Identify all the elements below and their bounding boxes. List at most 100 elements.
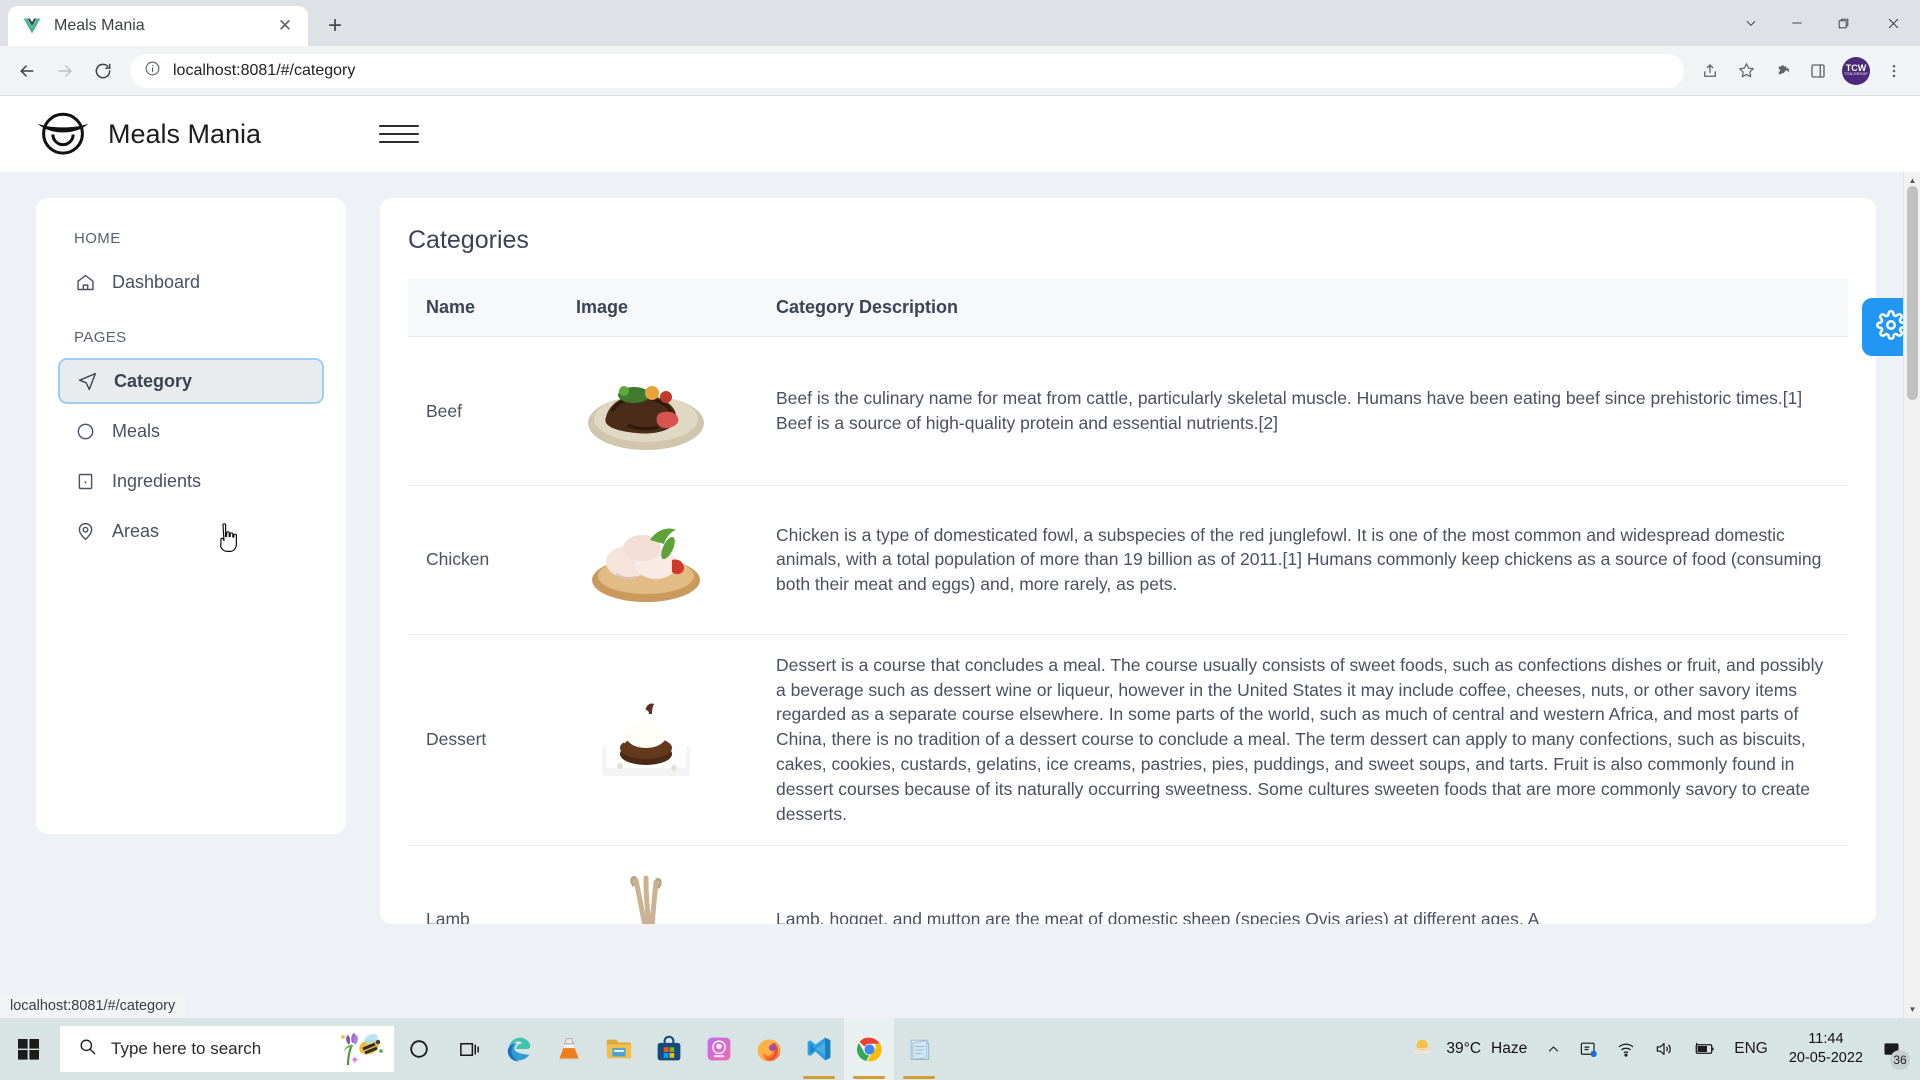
bowl-logo-icon xyxy=(36,105,90,164)
categories-card: Categories Name Image Category Descripti… xyxy=(380,198,1876,924)
table-row[interactable]: Dessert Dessert is a course that conclud… xyxy=(408,634,1848,846)
window-controls xyxy=(1728,0,1920,46)
maximize-button[interactable] xyxy=(1820,0,1866,46)
cortana-icon[interactable] xyxy=(394,1018,444,1080)
cell-description: Dessert is a course that concludes a mea… xyxy=(758,634,1848,846)
minimize-button[interactable] xyxy=(1774,0,1820,46)
cell-image xyxy=(558,336,758,486)
search-input[interactable]: Type here to search xyxy=(60,1026,394,1072)
square-dot-icon xyxy=(74,470,96,492)
sidebar-item-label: Category xyxy=(114,370,193,391)
table-row[interactable]: Chicken Chicken is a type of domesticate… xyxy=(408,485,1848,635)
cell-name: Lamb xyxy=(408,845,558,924)
sidebar-item-category[interactable]: Category xyxy=(58,358,324,404)
cell-image xyxy=(558,845,758,924)
column-header-name[interactable]: Name xyxy=(408,279,558,337)
new-tab-button[interactable]: + xyxy=(318,9,352,43)
file-explorer-icon[interactable] xyxy=(594,1018,644,1080)
info-circle-icon[interactable] xyxy=(144,60,161,82)
microsoft-store-icon[interactable] xyxy=(644,1018,694,1080)
avatar-sub: TCW-GROUP xyxy=(1844,72,1868,77)
onedrive-icon[interactable] xyxy=(1570,1018,1607,1080)
clock-time: 11:44 xyxy=(1808,1030,1844,1047)
system-tray: 39°C Haze ENG 11:44 20-05-2022 36 xyxy=(1396,1018,1920,1080)
column-header-image[interactable]: Image xyxy=(558,279,758,337)
cell-name: Beef xyxy=(408,336,558,486)
firefox-icon[interactable] xyxy=(744,1018,794,1080)
map-pin-icon xyxy=(74,520,96,542)
gear-icon xyxy=(1876,309,1906,345)
sidebar-item-meals[interactable]: Meals xyxy=(58,408,324,454)
circle-icon xyxy=(74,420,96,442)
notification-count-badge: 36 xyxy=(1890,1050,1910,1070)
browser-window: Meals Mania ✕ + localhost:8081/#/categor… xyxy=(0,0,1920,1018)
sidebar-item-areas[interactable]: Areas xyxy=(58,508,324,554)
scrollbar-thumb[interactable] xyxy=(1907,186,1918,400)
forward-button[interactable] xyxy=(48,54,82,88)
column-header-description[interactable]: Category Description xyxy=(758,279,1848,337)
photos-app-icon[interactable] xyxy=(694,1018,744,1080)
sidebar-item-label: Meals xyxy=(112,420,161,441)
tab-strip: Meals Mania ✕ + xyxy=(0,0,1920,46)
flower-bee-icon xyxy=(338,1027,384,1072)
weather-temperature: 39°C xyxy=(1446,1040,1482,1057)
windows-taskbar: Type here to search 39°C Haze ENG 11:44 … xyxy=(0,1018,1920,1080)
vue-logo-icon xyxy=(22,16,42,36)
google-chrome-icon[interactable] xyxy=(844,1018,894,1080)
browser-tab[interactable]: Meals Mania ✕ xyxy=(8,6,308,46)
sidebar-item-label: Dashboard xyxy=(112,271,201,292)
volume-icon[interactable] xyxy=(1645,1018,1683,1080)
sidebar-item-label: Areas xyxy=(112,520,160,541)
chevron-up-icon[interactable] xyxy=(1537,1018,1570,1080)
share-icon[interactable] xyxy=(1694,55,1726,87)
url-text: localhost:8081/#/category xyxy=(173,61,356,79)
cell-image xyxy=(558,634,758,846)
bookmark-star-icon[interactable] xyxy=(1730,55,1762,87)
status-bar-text: localhost:8081/#/category xyxy=(10,998,176,1014)
category-thumbnail-chicken xyxy=(592,528,700,602)
category-thumbnail-dessert xyxy=(602,703,690,776)
side-panel-icon[interactable] xyxy=(1802,55,1834,87)
microsoft-edge-icon[interactable] xyxy=(494,1018,544,1080)
brand[interactable]: Meals Mania xyxy=(36,105,261,164)
weather-widget[interactable]: 39°C Haze xyxy=(1396,1034,1537,1065)
profile-avatar[interactable]: TCW TCW-GROUP xyxy=(1842,56,1870,85)
home-icon xyxy=(74,271,96,293)
send-plane-icon xyxy=(76,370,98,392)
kebab-menu-icon[interactable] xyxy=(1878,55,1910,87)
browser-toolbar: localhost:8081/#/category TCW TCW-GROUP xyxy=(0,46,1920,96)
windows-start-icon[interactable] xyxy=(4,1018,54,1080)
table-row[interactable]: Beef Beef is the culinary name for meat … xyxy=(408,336,1848,486)
sidebar-item-ingredients[interactable]: Ingredients xyxy=(58,458,324,504)
notepad-icon[interactable] xyxy=(894,1018,944,1080)
close-window-button[interactable] xyxy=(1866,0,1920,46)
cell-description: Chicken is a type of domesticated fowl, … xyxy=(758,485,1848,635)
task-view-icon[interactable] xyxy=(444,1018,494,1080)
page-content: HOME Dashboard PAGES Category Meals Ingr… xyxy=(0,172,1920,1018)
wifi-icon[interactable] xyxy=(1607,1018,1645,1080)
action-center-icon[interactable]: 36 xyxy=(1875,1018,1914,1080)
language-indicator[interactable]: ENG xyxy=(1725,1018,1777,1080)
category-thumbnail-beef xyxy=(588,386,704,450)
nav-group-home-label: HOME xyxy=(74,230,121,247)
clock-date: 20-05-2022 xyxy=(1788,1050,1863,1066)
sidebar-item-dashboard[interactable]: Dashboard xyxy=(58,259,324,305)
chevron-down-icon[interactable] xyxy=(1728,0,1774,46)
scroll-down-arrow-icon[interactable]: ▼ xyxy=(1904,1001,1920,1018)
close-icon[interactable]: ✕ xyxy=(272,13,298,39)
extensions-puzzle-icon[interactable] xyxy=(1766,55,1798,87)
table-head: Name Image Category Description xyxy=(408,279,1848,337)
battery-charging-icon[interactable] xyxy=(1683,1018,1725,1080)
clock[interactable]: 11:44 20-05-2022 xyxy=(1777,1030,1875,1068)
cell-name: Dessert xyxy=(408,634,558,846)
page-scrollbar[interactable]: ▲ ▼ xyxy=(1903,172,1920,1018)
reload-button[interactable] xyxy=(86,54,120,88)
hamburger-menu-icon[interactable] xyxy=(379,114,420,154)
back-button[interactable] xyxy=(10,54,44,88)
table-row[interactable]: Lamb Lamb, hogget, and mutton are the me… xyxy=(408,845,1848,924)
table-body: Beef Beef is the culinary name for meat … xyxy=(408,336,1848,924)
vlc-media-player-icon[interactable] xyxy=(544,1018,594,1080)
address-bar[interactable]: localhost:8081/#/category xyxy=(130,53,1684,88)
vs-code-icon[interactable] xyxy=(794,1018,844,1080)
nav-group-pages-label: PAGES xyxy=(74,329,127,346)
